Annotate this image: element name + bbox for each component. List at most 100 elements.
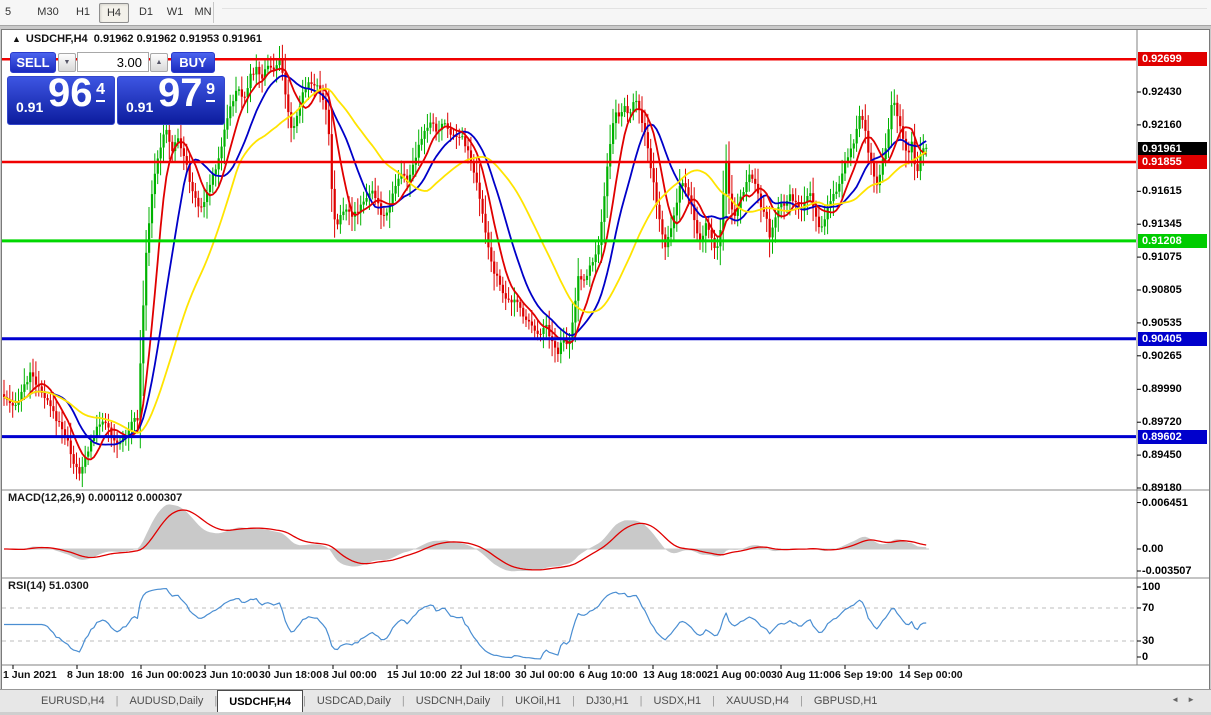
time-axis-value: 21 Aug 00:00 — [707, 669, 771, 681]
chart-symbol-period: USDCHF,H4 — [26, 33, 88, 45]
tab-xauusd-h4[interactable]: XAUUSD,H4 — [715, 690, 800, 712]
timeframe-button-h1[interactable]: H1 — [70, 3, 96, 21]
candle-body — [386, 213, 388, 216]
candle-body — [621, 112, 623, 116]
tab-usdcnh-daily[interactable]: USDCNH,Daily — [405, 690, 502, 712]
tab-usdx-h1[interactable]: USDX,H1 — [642, 690, 712, 712]
candle-body — [464, 136, 466, 146]
candle-body — [107, 423, 109, 427]
candle-body — [508, 299, 510, 300]
candle-body — [136, 418, 138, 421]
tab-scroll-arrows: ◄► — [1171, 695, 1203, 704]
candle-body — [844, 163, 846, 174]
candle-body — [200, 206, 202, 207]
candle-body — [279, 60, 281, 65]
candle-body — [905, 139, 907, 151]
tab-usdchf-h4[interactable]: USDCHF,H4 — [217, 690, 303, 712]
candle-body — [345, 209, 347, 211]
candle-body — [383, 215, 385, 216]
candle-body — [397, 179, 399, 186]
buy-price-box[interactable]: 0.91 97 9 — [117, 76, 225, 125]
candle-body — [859, 116, 861, 129]
candle-body — [203, 202, 205, 207]
candle-body — [760, 194, 762, 208]
price-axis-value: 0.90265 — [1142, 350, 1208, 363]
collapse-icon[interactable]: ▲ — [12, 34, 21, 44]
tab-ukoil-h1[interactable]: UKOil,H1 — [504, 690, 572, 712]
candle-body — [287, 94, 289, 112]
time-axis-value: 30 Aug 11:00 — [771, 669, 835, 681]
candle-body — [893, 103, 895, 105]
candle-body — [310, 82, 312, 84]
toolbar-separator — [213, 2, 214, 23]
candle-body — [424, 131, 426, 139]
price-axis-value: 0.92430 — [1142, 86, 1208, 99]
sell-price-pip: 4 — [96, 81, 105, 102]
volume-decrease-button[interactable]: ▼ — [58, 53, 76, 72]
volume-increase-button[interactable]: ▲ — [150, 53, 168, 72]
sell-price-prefix: 0.91 — [16, 99, 43, 115]
timeframe-button-d1[interactable]: D1 — [133, 3, 159, 21]
buy-button[interactable]: BUY — [171, 52, 215, 73]
time-axis-value: 8 Jun 18:00 — [67, 669, 124, 681]
candle-body — [705, 223, 707, 236]
tab-eurusd-h4[interactable]: EURUSD,H4 — [30, 690, 116, 712]
candle-body — [444, 123, 446, 124]
candle-body — [479, 183, 481, 199]
candle-body — [853, 143, 855, 148]
timeframe-button-clipped[interactable]: 5 — [1, 3, 15, 21]
chart-title-bar[interactable]: ▲USDCHF,H4 0.91962 0.91962 0.91953 0.919… — [12, 33, 262, 45]
candle-body — [64, 429, 66, 435]
tab-dj30-h1[interactable]: DJ30,H1 — [575, 690, 640, 712]
timeframe-button-h4[interactable]: H4 — [99, 3, 129, 23]
candle-body — [102, 422, 104, 425]
macd-axis-value: -0.003507 — [1142, 565, 1208, 578]
candle-body — [395, 186, 397, 194]
candle-body — [467, 146, 469, 150]
candle-body — [635, 101, 637, 102]
candle-body — [142, 305, 144, 363]
tab-audusd-daily[interactable]: AUDUSD,Daily — [118, 690, 214, 712]
candle-body — [432, 123, 434, 124]
candle-body — [273, 68, 275, 70]
candle-body — [90, 441, 92, 452]
candle-body — [832, 194, 834, 201]
time-axis-value: 8 Jul 00:00 — [323, 669, 377, 681]
candle-body — [696, 220, 698, 233]
candle-body — [15, 405, 17, 406]
candle-body — [658, 205, 660, 219]
candle-body — [783, 203, 785, 205]
candle-body — [722, 194, 724, 230]
candle-body — [522, 308, 524, 317]
price-level-badge: 0.91855 — [1138, 155, 1207, 169]
candle-body — [751, 175, 753, 179]
candle-body — [745, 182, 747, 192]
tab-scroll-left-icon[interactable]: ◄ — [1171, 695, 1187, 704]
candle-body — [502, 285, 504, 293]
candle-body — [542, 328, 544, 334]
candle-body — [418, 145, 420, 158]
candle-body — [513, 300, 515, 303]
candle-body — [815, 207, 817, 216]
time-axis-value: 14 Sep 00:00 — [899, 669, 963, 681]
candle-body — [856, 129, 858, 144]
volume-input[interactable] — [77, 52, 149, 72]
candle-body — [209, 185, 211, 192]
sell-price-box[interactable]: 0.91 96 4 — [7, 76, 115, 125]
candle-body — [699, 233, 701, 239]
candle-body — [789, 194, 791, 201]
toolbar-dock-line — [222, 8, 1207, 9]
candle-body — [719, 230, 721, 246]
sell-button[interactable]: SELL — [10, 52, 56, 73]
candle-body — [612, 123, 614, 144]
timeframe-button-w1[interactable]: W1 — [162, 3, 188, 21]
time-axis-value: 13 Aug 18:00 — [643, 669, 707, 681]
candle-body — [586, 276, 588, 280]
timeframe-button-m30[interactable]: M30 — [33, 3, 63, 21]
candle-body — [908, 151, 910, 153]
candle-body — [490, 247, 492, 261]
tab-usdcad-daily[interactable]: USDCAD,Daily — [306, 690, 402, 712]
tab-scroll-right-icon[interactable]: ► — [1187, 695, 1203, 704]
tab-gbpusd-h1[interactable]: GBPUSD,H1 — [803, 690, 889, 712]
price-level-badge: 0.91961 — [1138, 142, 1207, 156]
